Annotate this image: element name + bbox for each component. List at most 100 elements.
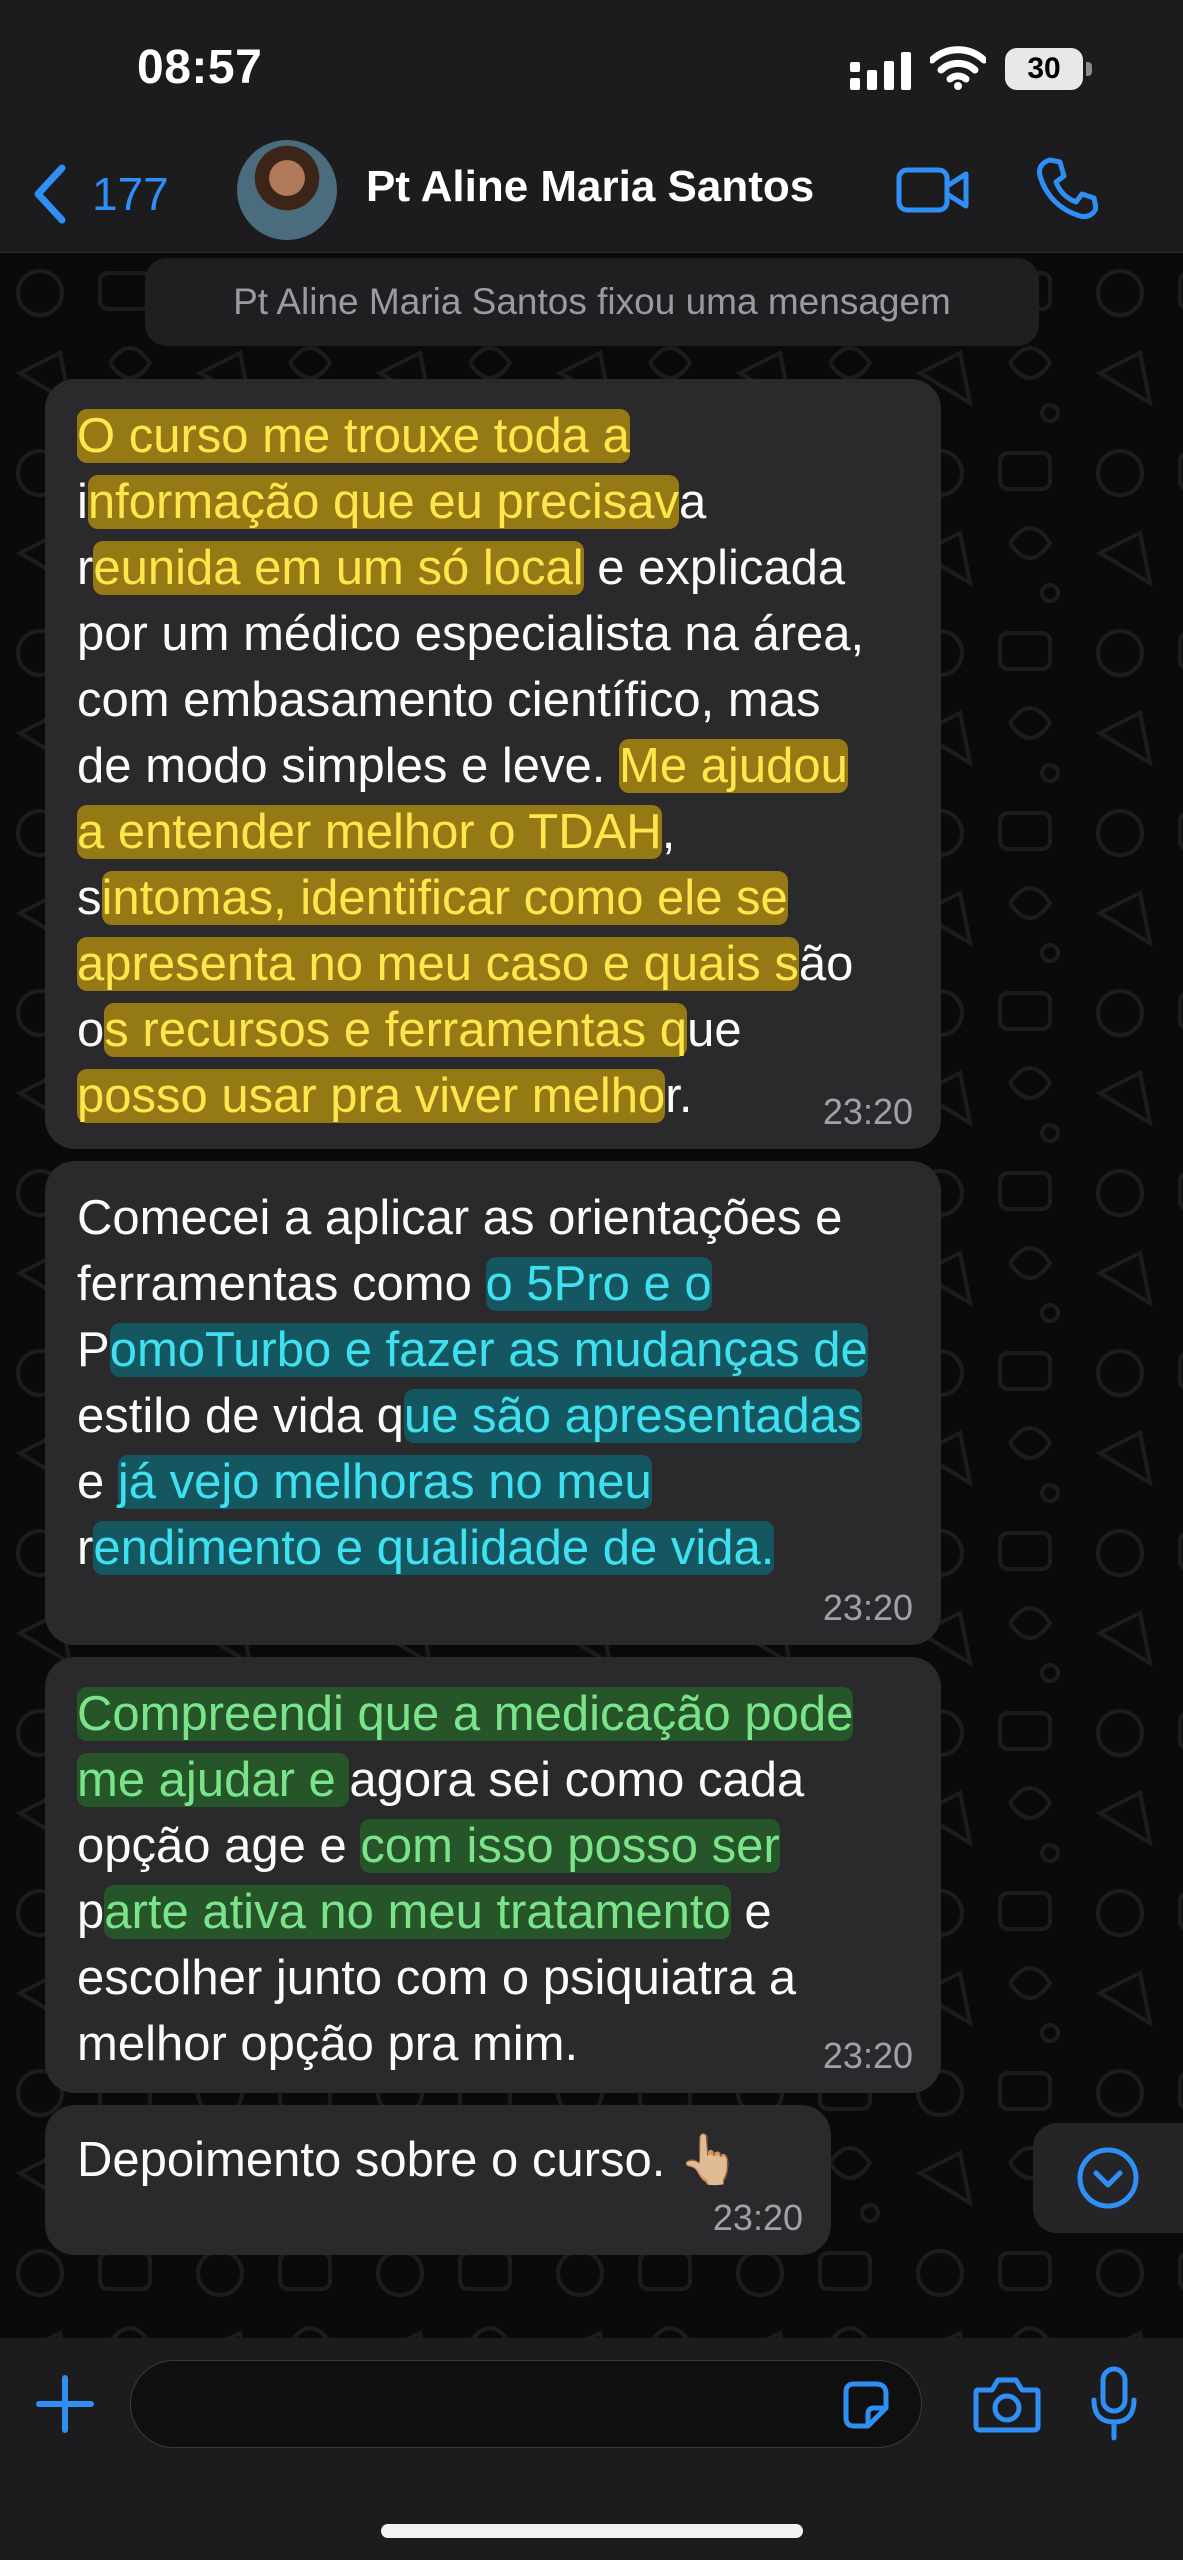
back-button[interactable]: 177	[30, 154, 169, 234]
message-line: estilo de vida que são apresentadas	[77, 1383, 909, 1449]
highlighted-text: nformação que eu precisav	[87, 475, 679, 529]
message-text: opção age e	[77, 1819, 361, 1873]
message-line: apresenta no meu caso e quais são	[77, 931, 909, 997]
battery-level: 30	[1027, 52, 1061, 85]
message-line: posso usar pra viver melhor.	[77, 1063, 909, 1129]
chevron-down-circle-icon	[1077, 2147, 1139, 2209]
avatar[interactable]	[237, 140, 337, 240]
message-line: reunida em um só local e explicada	[77, 535, 909, 601]
message-line: me ajudar e agora sei como cada	[77, 1747, 909, 1813]
video-camera-icon[interactable]	[896, 160, 970, 220]
message-line: rendimento e qualidade de vida.	[77, 1515, 909, 1581]
message-line: de modo simples e leve. Me ajudou	[77, 733, 909, 799]
chat-area[interactable]: Pt Aline Maria Santos fixou uma mensagem…	[0, 253, 1183, 2338]
message-line: e já vejo melhoras no meu	[77, 1449, 909, 1515]
pinned-message-notice[interactable]: Pt Aline Maria Santos fixou uma mensagem	[145, 258, 1039, 346]
battery-icon: 30	[1005, 48, 1093, 92]
message-text: s	[77, 871, 102, 925]
message-text: ue	[687, 1003, 742, 1057]
message-time: 23:20	[822, 2035, 913, 2076]
highlighted-text: me ajudar e	[77, 1753, 350, 1807]
message-text: melhor opção pra mim.	[77, 2017, 579, 2071]
highlighted-text: O curso me trouxe toda a	[77, 409, 630, 463]
highlighted-text: o 5Pro e o	[485, 1257, 712, 1311]
message-line: melhor opção pra mim.	[77, 2011, 909, 2077]
message-text: o	[77, 1003, 105, 1057]
message-text: ,	[661, 805, 676, 859]
message-text: de modo simples e leve.	[77, 739, 619, 793]
message-time: 23:20	[822, 1587, 913, 1628]
message-line: Comecei a aplicar as orientações e	[77, 1185, 909, 1251]
message-text: p	[77, 1885, 105, 1939]
message-line: opção age e com isso posso ser	[77, 1813, 909, 1879]
highlighted-text: Compreendi que a medicação pode	[77, 1687, 854, 1741]
unread-count: 177	[92, 168, 169, 220]
highlighted-text: endimento e qualidade de vida.	[93, 1521, 775, 1575]
message-text: Comecei a aplicar as orientações e	[77, 1191, 843, 1245]
highlighted-text: a entender melhor o TDAH	[77, 805, 662, 859]
highlighted-text: apresenta no meu caso e quais s	[77, 937, 799, 991]
message-text: r.	[665, 1069, 693, 1123]
message-text: i	[77, 475, 88, 529]
message-text: e explicada	[583, 541, 846, 595]
camera-icon[interactable]	[972, 2374, 1042, 2434]
status-bar: 08:57 30	[0, 0, 1183, 140]
message-text: escolher junto com o psiquiatra a	[77, 1951, 797, 2005]
plus-icon[interactable]	[35, 2374, 95, 2434]
message-text: r	[77, 1521, 94, 1575]
message-line: escolher junto com o psiquiatra a	[77, 1945, 909, 2011]
status-time: 08:57	[137, 41, 263, 94]
message-line: ferramentas como o 5Pro e o	[77, 1251, 909, 1317]
message-line: parte ativa no meu tratamento e	[77, 1879, 909, 1945]
message-line: informação que eu precisava	[77, 469, 909, 535]
message-text: estilo de vida q	[77, 1389, 404, 1443]
highlighted-text: já vejo melhoras no meu	[117, 1455, 652, 1509]
message-line: por um médico especialista na área,	[77, 601, 909, 667]
highlighted-text: com isso posso ser	[360, 1819, 780, 1873]
sticker-icon[interactable]	[840, 2380, 890, 2430]
message-line: O curso me trouxe toda a	[77, 403, 909, 469]
message-line: Depoimento sobre o curso. 👆🏼	[77, 2127, 799, 2193]
message-text: e	[730, 1885, 772, 1939]
message-bubble[interactable]: Depoimento sobre o curso. 👆🏼 23:20	[45, 2105, 831, 2255]
highlighted-text: intomas, identificar como ele se	[101, 871, 788, 925]
phone-icon[interactable]	[1036, 156, 1098, 220]
compose-bar	[0, 2338, 1183, 2560]
message-text: P	[77, 1323, 110, 1377]
message-text: com embasamento científico, mas	[77, 673, 821, 727]
home-indicator	[381, 2524, 803, 2538]
highlighted-text: ue são apresentadas	[403, 1389, 862, 1443]
microphone-icon[interactable]	[1090, 2366, 1138, 2442]
message-bubble[interactable]: Compreendi que a medicação pode me ajudar…	[45, 1657, 941, 2093]
chat-header: 177 Pt Aline Maria Santos	[0, 140, 1183, 253]
highlighted-text: Me ajudou	[619, 739, 848, 793]
highlighted-text: eunida em um só local	[93, 541, 584, 595]
scroll-to-bottom-button[interactable]	[1033, 2123, 1183, 2233]
message-bubble[interactable]: Comecei a aplicar as orientações e ferram…	[45, 1161, 941, 1645]
message-text: r	[77, 541, 94, 595]
message-line: com embasamento científico, mas	[77, 667, 909, 733]
message-line: Compreendi que a medicação pode	[77, 1681, 909, 1747]
message-time: 23:20	[822, 1091, 913, 1132]
message-text: ão	[798, 937, 854, 991]
highlighted-text: posso usar pra viver melho	[77, 1069, 666, 1123]
message-line: a entender melhor o TDAH,	[77, 799, 909, 865]
message-text: ferramentas como	[77, 1257, 486, 1311]
highlighted-text: omoTurbo e fazer as mudanças de	[109, 1323, 868, 1377]
message-text: agora sei como cada	[349, 1753, 805, 1807]
wifi-icon	[930, 46, 986, 90]
message-text: Depoimento sobre o curso. 👆🏼	[77, 2133, 740, 2187]
contact-name[interactable]: Pt Aline Maria Santos	[366, 162, 814, 212]
message-time: 23:20	[712, 2197, 803, 2238]
highlighted-text: arte ativa no meu tratamento	[104, 1885, 731, 1939]
message-line: sintomas, identificar como ele se	[77, 865, 909, 931]
chevron-left-icon	[34, 164, 66, 224]
highlighted-text: s recursos e ferramentas q	[104, 1003, 688, 1057]
message-text: e	[77, 1455, 118, 1509]
message-line: os recursos e ferramentas que	[77, 997, 909, 1063]
message-text: por um médico especialista na área,	[77, 607, 865, 661]
message-bubble[interactable]: O curso me trouxe toda a informação que e…	[45, 379, 941, 1149]
cellular-signal-icon	[850, 52, 911, 90]
message-input[interactable]	[130, 2360, 922, 2448]
message-line: PomoTurbo e fazer as mudanças de	[77, 1317, 909, 1383]
